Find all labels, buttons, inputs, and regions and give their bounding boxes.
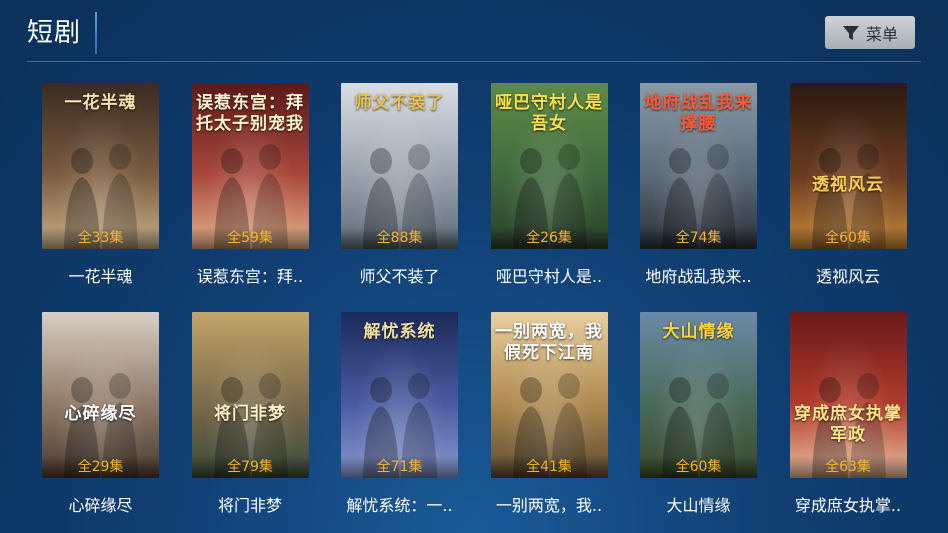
drama-poster[interactable]: 一别两宽，我假死下江南全41集 — [490, 312, 608, 478]
drama-card[interactable]: 哑巴守村人是吾女全26集哑巴守村人是.. — [490, 83, 608, 312]
drama-card[interactable]: 大山情缘 全60集 大山情缘 — [640, 312, 757, 533]
episode-count-badge: 全26集 — [490, 227, 608, 249]
poster-title-art: 将门非梦 — [214, 404, 286, 424]
episode-count-badge: 全29集 — [42, 456, 159, 478]
poster-title-art: 透视风云 — [812, 175, 884, 195]
page-title: 短剧 — [27, 18, 82, 48]
drama-card[interactable]: 透视风云 全60集 透视风云 — [789, 83, 907, 312]
drama-card[interactable]: 师父不装了 全88集 师父不装了 — [341, 83, 458, 312]
episode-count-badge: 全59集 — [191, 227, 309, 249]
poster-title-art: 哑巴守村人是吾女 — [495, 93, 603, 134]
episode-count-badge: 全63集 — [789, 456, 907, 478]
drama-card[interactable]: 地府战乱我来撑腰全74集地府战乱我来.. — [640, 83, 757, 312]
drama-title: 误惹东宫：拜.. — [196, 267, 304, 286]
drama-poster[interactable]: 哑巴守村人是吾女全26集 — [490, 83, 608, 249]
poster-title-art: 地府战乱我来撑腰 — [644, 93, 753, 134]
drama-card[interactable]: 一花半魂 全33集 一花半魂 — [42, 83, 159, 312]
drama-card[interactable]: 一别两宽，我假死下江南全41集一别两宽，我.. — [490, 312, 608, 533]
poster-figures — [811, 373, 886, 478]
episode-count-badge: 全33集 — [42, 227, 159, 249]
drama-poster[interactable]: 解忧系统全71集 — [341, 312, 458, 478]
poster-figures — [811, 144, 886, 249]
drama-poster[interactable]: 地府战乱我来撑腰全74集 — [640, 83, 757, 249]
menu-label: 菜单 — [865, 24, 898, 44]
drama-title: 将门非梦 — [217, 496, 282, 515]
focus-indicator — [95, 12, 97, 54]
drama-card[interactable]: 心碎缘尽 全29集 心碎缘尽 — [42, 312, 159, 533]
poster-title-art: 误惹东宫：拜托太子别宠我 — [196, 93, 304, 134]
drama-title: 解忧系统：一.. — [346, 496, 453, 515]
poster-title-art: 师父不装了 — [354, 93, 445, 113]
drama-grid: 一花半魂 全33集 一花半魂 误惹东宫：拜托太子别宠我 全59集 误惹东宫：拜.. 师父不装… — [42, 83, 907, 533]
episode-count-badge: 全60集 — [640, 456, 757, 478]
poster-title-art: 一别两宽，我假死下江南 — [495, 322, 603, 363]
poster-title-art: 解忧系统 — [363, 322, 436, 342]
drama-poster[interactable]: 将门非梦全79集 — [191, 312, 309, 478]
drama-poster[interactable]: 师父不装了全88集 — [341, 83, 458, 249]
drama-title: 一别两宽，我.. — [495, 496, 603, 515]
episode-count-badge: 全60集 — [789, 227, 907, 249]
drama-card[interactable]: 解忧系统全71集解忧系统：一.. — [341, 312, 458, 533]
drama-poster[interactable]: 一花半魂全33集 — [42, 83, 159, 249]
poster-title-art: 心碎缘尽 — [64, 404, 137, 424]
drama-card[interactable]: 误惹东宫：拜托太子别宠我全59集误惹东宫：拜.. — [191, 83, 309, 312]
drama-title: 大山情缘 — [666, 496, 731, 515]
drama-title: 透视风云 — [815, 267, 880, 286]
poster-figures — [213, 373, 288, 478]
menu-button[interactable]: 菜单 — [825, 16, 915, 49]
drama-poster[interactable]: 穿成庶女执掌军政全63集 — [789, 312, 907, 478]
poster-title-art: 一花半魂 — [64, 93, 137, 113]
drama-title: 哑巴守村人是.. — [495, 267, 603, 286]
drama-card[interactable]: 将门非梦 全79集 将门非梦 — [191, 312, 309, 533]
drama-poster[interactable]: 透视风云全60集 — [789, 83, 907, 249]
poster-figures — [64, 373, 138, 478]
drama-poster[interactable]: 心碎缘尽全29集 — [42, 312, 159, 478]
header-divider — [27, 61, 921, 62]
episode-count-badge: 全88集 — [341, 227, 458, 249]
drama-title: 地府战乱我来.. — [645, 267, 752, 286]
drama-title: 师父不装了 — [359, 267, 440, 286]
drama-poster[interactable]: 大山情缘全60集 — [640, 312, 757, 478]
drama-title: 心碎缘尽 — [68, 496, 133, 515]
filter-icon — [842, 24, 860, 42]
drama-card[interactable]: 穿成庶女执掌军政全63集穿成庶女执掌.. — [789, 312, 907, 533]
drama-poster[interactable]: 误惹东宫：拜托太子别宠我全59集 — [191, 83, 309, 249]
drama-title: 一花半魂 — [68, 267, 133, 286]
episode-count-badge: 全41集 — [490, 456, 608, 478]
drama-title: 穿成庶女执掌.. — [794, 496, 902, 515]
episode-count-badge: 全74集 — [640, 227, 757, 249]
episode-count-badge: 全79集 — [191, 456, 309, 478]
episode-count-badge: 全71集 — [341, 456, 458, 478]
poster-title-art: 大山情缘 — [662, 322, 735, 342]
poster-title-art: 穿成庶女执掌军政 — [794, 404, 902, 445]
header-bar: 短剧 菜单 — [0, 0, 948, 62]
